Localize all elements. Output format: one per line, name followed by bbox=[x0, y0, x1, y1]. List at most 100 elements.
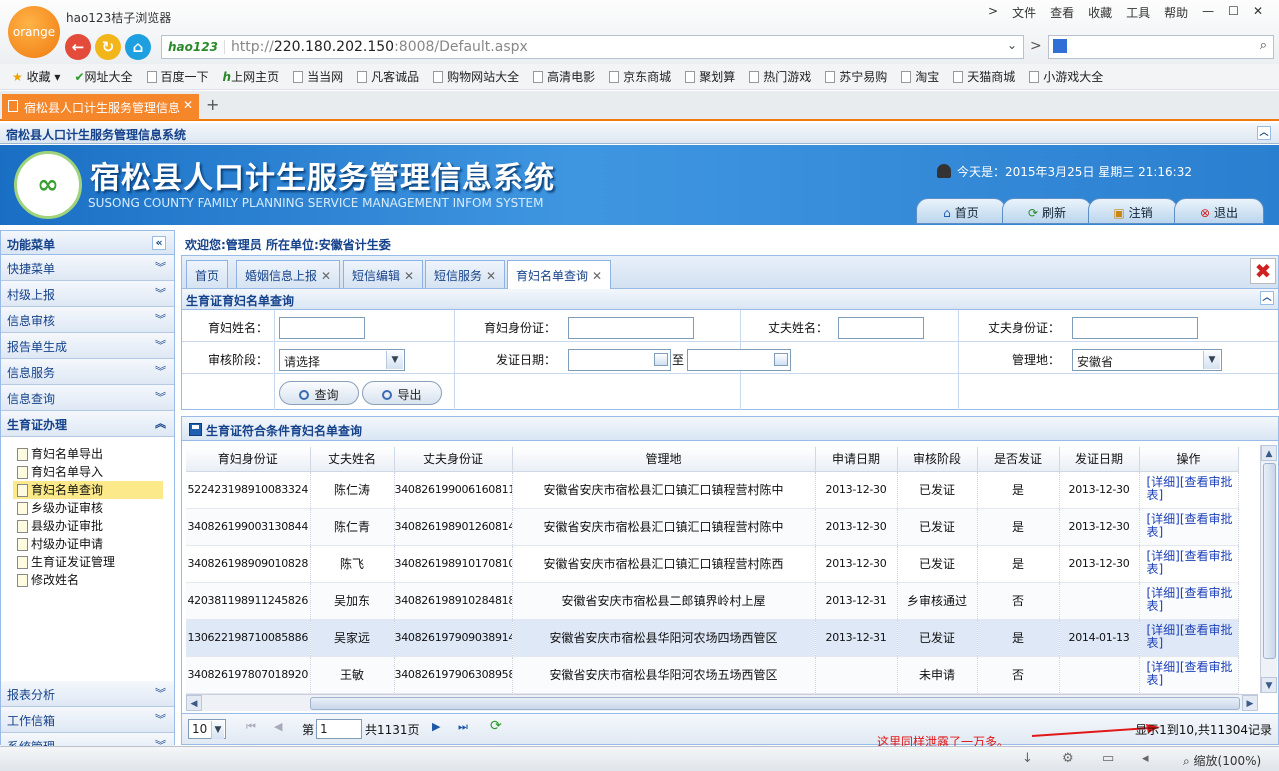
col-apply-date[interactable]: 申请日期 bbox=[815, 447, 898, 472]
menu-item-review[interactable]: 信息审核 ︾ bbox=[1, 307, 174, 333]
row-action-links[interactable]: [详细][查看审批表] bbox=[1139, 582, 1239, 620]
table-row[interactable]: 340826197807018920 王敏 340826197906308958 安徽… bbox=[186, 656, 1239, 694]
tab-close-icon[interactable]: ✕ bbox=[592, 269, 602, 283]
close-all-tabs-icon[interactable]: ✖ bbox=[1250, 258, 1276, 284]
menu-favorites[interactable]: 收藏 bbox=[1088, 4, 1112, 21]
scroll-down-icon[interactable]: ▼ bbox=[1261, 677, 1277, 693]
zoom-level[interactable]: ⌕ 缩放(100%) bbox=[1183, 752, 1261, 769]
menu-item-analysis[interactable]: 报表分析 ︾ bbox=[1, 681, 174, 707]
url-text[interactable]: http://220.180.202.150:8008/Default.aspx bbox=[225, 39, 528, 55]
menu-leaf-issue-manage[interactable]: 生育证发证管理 bbox=[13, 553, 174, 571]
row-action-links[interactable]: [详细][查看审批表] bbox=[1139, 545, 1239, 583]
col-husband-name[interactable]: 丈夫姓名 bbox=[310, 447, 395, 472]
minimize-icon[interactable]: — bbox=[1202, 4, 1214, 21]
menu-leaf-import[interactable]: 育妇名单导入 bbox=[13, 463, 174, 481]
volume-icon[interactable]: ◂ bbox=[1142, 751, 1149, 766]
issue-date-to-input[interactable] bbox=[687, 349, 791, 371]
collapse-icon[interactable]: ︿ bbox=[1260, 291, 1274, 305]
table-row[interactable]: 340826199003130844 陈仁青 340826198901260814 安… bbox=[186, 508, 1239, 546]
vertical-scrollbar[interactable]: ▲ ▼ bbox=[1260, 445, 1277, 693]
menu-leaf-rename[interactable]: 修改姓名 bbox=[13, 571, 174, 589]
tab-mother-query[interactable]: 育妇名单查询 ✕ bbox=[507, 260, 612, 289]
back-icon[interactable]: ← bbox=[65, 34, 91, 60]
search-engine-icon[interactable] bbox=[1053, 39, 1067, 53]
close-icon[interactable]: ✕ bbox=[1253, 4, 1263, 21]
review-stage-select[interactable]: 请选择 ▼ bbox=[279, 349, 405, 371]
refresh-button[interactable]: ⟳ 刷新 bbox=[1002, 198, 1092, 224]
tab-close-icon[interactable]: ✕ bbox=[486, 269, 496, 283]
tab-close-icon[interactable]: ✕ bbox=[321, 269, 331, 283]
col-issue-date[interactable]: 发证日期 bbox=[1059, 447, 1140, 472]
browser-tab[interactable]: 宿松县人口计生服务管理信息 ✕ bbox=[2, 94, 199, 120]
tab-close-icon[interactable]: ✕ bbox=[404, 269, 414, 283]
menu-leaf-township-review[interactable]: 乡级办证审核 bbox=[13, 499, 174, 517]
scroll-right-icon[interactable]: ▶ bbox=[1242, 695, 1258, 711]
bookmark-item[interactable]: 小游戏大全 bbox=[1025, 68, 1113, 85]
row-action-links[interactable]: [详细][查看审批表] bbox=[1139, 619, 1239, 657]
prev-page-icon[interactable]: ◀ bbox=[274, 720, 282, 733]
scroll-thumb[interactable] bbox=[1263, 463, 1276, 659]
row-action-links[interactable]: [详细][查看审批表] bbox=[1139, 656, 1239, 694]
home-button[interactable]: ⌂ 首页 bbox=[916, 198, 1006, 224]
table-row[interactable]: 420381198911245826 吴加东 340826198910284818 安… bbox=[186, 582, 1239, 620]
table-row[interactable]: 130622198710085886 吴家远 340826197909038914 安… bbox=[186, 619, 1239, 657]
menu-arrow-icon[interactable]: > bbox=[988, 4, 998, 21]
url-dropdown-icon[interactable]: ⌄ bbox=[1007, 38, 1017, 52]
home-icon[interactable]: ⌂ bbox=[125, 34, 151, 60]
bookmark-item[interactable]: h上网主页 bbox=[219, 68, 290, 85]
refresh-icon[interactable]: ↻ bbox=[95, 34, 121, 60]
refresh-icon[interactable]: ⟳ bbox=[490, 718, 502, 734]
horizontal-scrollbar[interactable]: ◀ ▶ bbox=[186, 694, 1258, 711]
table-row[interactable]: 522423198910083324 陈仁涛 340826199006160811 安… bbox=[186, 471, 1239, 509]
menu-item-quick[interactable]: 快捷菜单 ︾ bbox=[1, 255, 174, 281]
calendar-icon[interactable] bbox=[774, 353, 788, 366]
last-page-icon[interactable]: ⏭ bbox=[458, 720, 468, 734]
bookmark-item[interactable]: 聚划算 bbox=[681, 68, 745, 85]
scroll-left-icon[interactable]: ◀ bbox=[186, 695, 202, 711]
menu-item-service[interactable]: 信息服务 ︾ bbox=[1, 359, 174, 385]
bookmark-item[interactable]: 购物网站大全 bbox=[429, 68, 529, 85]
mother-name-input[interactable] bbox=[279, 317, 365, 339]
col-admin-place[interactable]: 管理地 bbox=[512, 447, 816, 472]
menu-leaf-village-apply[interactable]: 村级办证申请 bbox=[13, 535, 174, 553]
screen-icon[interactable]: ▭ bbox=[1102, 751, 1114, 766]
search-icon[interactable]: ⌕ bbox=[1260, 38, 1267, 53]
menu-view[interactable]: 查看 bbox=[1050, 4, 1074, 21]
calendar-icon[interactable] bbox=[654, 353, 668, 366]
row-action-links[interactable]: [详细][查看审批表] bbox=[1139, 508, 1239, 546]
scroll-thumb[interactable] bbox=[310, 697, 1240, 710]
new-tab-icon[interactable]: + bbox=[206, 95, 219, 114]
bookmark-item[interactable]: 京东商城 bbox=[605, 68, 681, 85]
issue-date-from-input[interactable] bbox=[568, 349, 671, 371]
maximize-icon[interactable]: ☐ bbox=[1228, 4, 1239, 21]
bookmark-item[interactable]: 苏宁易购 bbox=[821, 68, 897, 85]
tab-home[interactable]: 首页 bbox=[186, 260, 229, 288]
tab-close-icon[interactable]: ✕ bbox=[183, 98, 193, 112]
scroll-up-icon[interactable]: ▲ bbox=[1261, 445, 1277, 461]
forward-icon[interactable]: > bbox=[1030, 38, 1042, 54]
menu-leaf-query[interactable]: 育妇名单查询 bbox=[13, 481, 163, 499]
next-page-icon[interactable]: ▶ bbox=[432, 720, 440, 733]
page-number-input[interactable]: 1 bbox=[316, 719, 362, 739]
col-review-stage[interactable]: 审核阶段 bbox=[897, 447, 978, 472]
page-size-select[interactable]: 10 ▼ bbox=[188, 719, 226, 739]
menu-leaf-county-approval[interactable]: 县级办证审批 bbox=[13, 517, 174, 535]
gear-icon[interactable]: ⚙ bbox=[1062, 751, 1074, 766]
collapse-left-icon[interactable]: « bbox=[152, 236, 166, 250]
tab-sms-service[interactable]: 短信服务 ✕ bbox=[425, 260, 506, 288]
logout-button[interactable]: ▣ 注销 bbox=[1088, 198, 1178, 224]
col-mother-id[interactable]: 育妇身份证 bbox=[186, 447, 311, 472]
bookmark-favorites[interactable]: ★ 收藏 ▾ bbox=[8, 68, 70, 85]
col-issued[interactable]: 是否发证 bbox=[977, 447, 1060, 472]
menu-item-village[interactable]: 村级上报 ︾ bbox=[1, 281, 174, 307]
query-button[interactable]: 查询 bbox=[279, 381, 359, 405]
table-row[interactable]: 340826198909010828 陈飞 340826198910170810 安徽… bbox=[186, 545, 1239, 583]
menu-tools[interactable]: 工具 bbox=[1126, 4, 1150, 21]
admin-place-select[interactable]: 安徽省 ▼ bbox=[1072, 349, 1222, 371]
bookmark-item[interactable]: 百度一下 bbox=[143, 68, 219, 85]
tab-sms-edit[interactable]: 短信编辑 ✕ bbox=[343, 260, 424, 288]
menu-help[interactable]: 帮助 bbox=[1164, 4, 1188, 21]
bookmark-item[interactable]: 高清电影 bbox=[529, 68, 605, 85]
address-bar[interactable]: hao123 http://220.180.202.150:8008/Defau… bbox=[161, 35, 1024, 59]
exit-button[interactable]: ⊗ 退出 bbox=[1174, 198, 1264, 224]
